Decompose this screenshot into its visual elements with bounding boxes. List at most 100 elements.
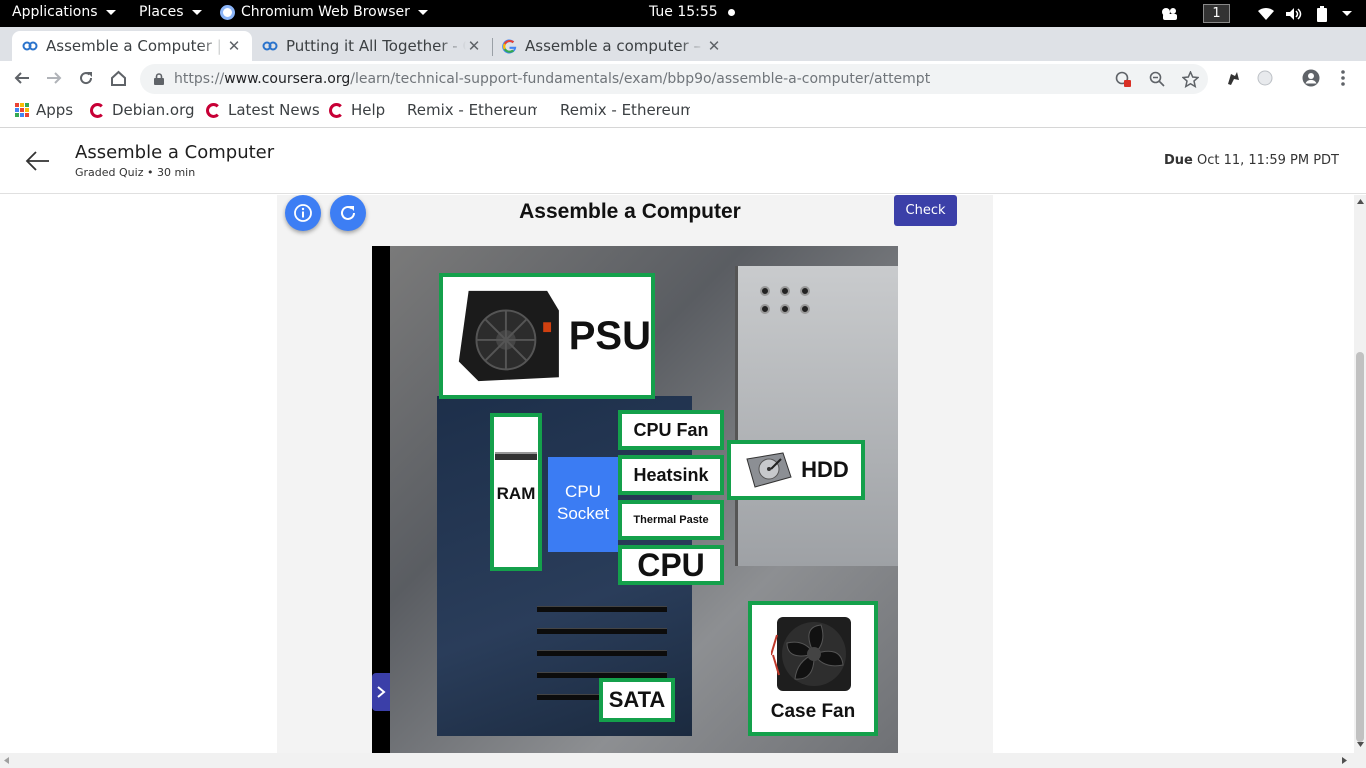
- bookmark-remix-2[interactable]: Remix - Ethereum: [553, 101, 690, 119]
- forward-button[interactable]: [43, 67, 65, 89]
- lock-icon[interactable]: [150, 70, 168, 88]
- close-icon[interactable]: ✕: [706, 37, 722, 55]
- psu-image-icon: [458, 290, 559, 382]
- scroll-down-icon[interactable]: [1357, 742, 1364, 747]
- bookmark-help[interactable]: Help: [329, 101, 385, 119]
- drive-cage: [735, 266, 898, 566]
- clock-label: Tue 15:55: [649, 4, 718, 20]
- back-arrow-icon[interactable]: [24, 147, 52, 175]
- quiz-title: Assemble a Computer: [519, 200, 741, 223]
- coursera-icon: [22, 41, 38, 51]
- vertical-scrollbar[interactable]: [1354, 195, 1366, 753]
- refresh-icon: [341, 205, 355, 220]
- volume-icon[interactable]: [1284, 4, 1304, 23]
- arrow-right-icon: [47, 72, 62, 84]
- blocked-cookie-icon[interactable]: [1114, 70, 1132, 88]
- reload-button[interactable]: [75, 67, 97, 89]
- computer-case-image: PSU RAM CPU Socket CPU Fan Heatsink Ther…: [372, 246, 898, 753]
- applications-menu[interactable]: Applications: [12, 4, 116, 20]
- extension-circle-icon[interactable]: [1254, 67, 1276, 89]
- workspace-indicator[interactable]: 1: [1203, 4, 1230, 23]
- clock[interactable]: Tue 15:55: [649, 4, 735, 20]
- psu-tile[interactable]: PSU: [439, 273, 655, 399]
- cpu-socket[interactable]: CPU Socket: [548, 457, 618, 552]
- bookmark-star-icon[interactable]: [1181, 70, 1199, 88]
- notification-dot-icon: [727, 8, 735, 16]
- sata-tile[interactable]: SATA: [599, 678, 675, 722]
- debian-icon: [329, 102, 344, 118]
- psu-label: PSU: [568, 313, 651, 358]
- tab-putting-it-all-together[interactable]: Putting it All Together - G ✕: [252, 31, 492, 61]
- power-menu[interactable]: [1336, 4, 1356, 23]
- ghost-icon[interactable]: [1160, 4, 1180, 23]
- ram-tile[interactable]: RAM: [490, 413, 542, 571]
- url-text: https://www.coursera.org/learn/technical…: [174, 71, 930, 87]
- case-fan-icon: [771, 616, 851, 691]
- scroll-right-icon[interactable]: [1342, 757, 1347, 764]
- gnome-extension-icon[interactable]: [1222, 67, 1244, 89]
- bookmark-debian[interactable]: Debian.org: [90, 101, 195, 119]
- zoom-icon[interactable]: [1148, 70, 1166, 88]
- bookmark-remix-1[interactable]: Remix - Ethereum: [400, 101, 537, 119]
- bookmark-label: Apps: [36, 101, 74, 119]
- chevron-down-icon: [105, 9, 116, 15]
- battery-icon[interactable]: [1312, 4, 1332, 23]
- due-label: Due: [1163, 153, 1193, 168]
- wifi-icon[interactable]: [1256, 4, 1276, 23]
- scroll-up-icon[interactable]: [1357, 199, 1364, 204]
- info-icon: [294, 204, 312, 222]
- profile-icon[interactable]: [1300, 67, 1322, 89]
- system-top-bar: Applications Places Chromium Web Browser…: [0, 0, 1366, 27]
- active-app-menu[interactable]: Chromium Web Browser: [220, 4, 428, 20]
- tab-google-search[interactable]: Assemble a computer – G ✕: [492, 31, 732, 61]
- horizontal-scrollbar[interactable]: [0, 753, 1366, 768]
- bookmarks-bar: Apps Debian.org Latest News Help Remix -…: [0, 96, 1366, 128]
- arrow-left-icon: [14, 72, 29, 84]
- info-button[interactable]: [285, 195, 321, 231]
- side-panel-toggle[interactable]: [372, 673, 390, 711]
- quiz-header: Assemble a Computer Graded Quiz • 30 min…: [0, 129, 1366, 194]
- quiz-stage: Assemble a Computer Check PSU RAM CPU So…: [277, 195, 993, 753]
- bookmark-label: Remix - Ethereum: [407, 101, 537, 119]
- case-fan-label: Case Fan: [770, 700, 856, 722]
- bookmark-apps[interactable]: Apps: [15, 101, 73, 119]
- close-icon[interactable]: ✕: [466, 37, 482, 55]
- cpu-socket-label-line2: Socket: [557, 504, 609, 523]
- reset-button[interactable]: [330, 195, 366, 231]
- chevron-down-icon: [1342, 11, 1352, 16]
- back-button[interactable]: [11, 67, 33, 89]
- home-button[interactable]: [107, 67, 129, 89]
- cpu-fan-tile[interactable]: CPU Fan: [618, 410, 724, 450]
- chromium-icon: [220, 4, 235, 20]
- applications-label: Applications: [12, 4, 98, 20]
- hdd-label: HDD: [801, 457, 849, 482]
- bookmark-latest-news[interactable]: Latest News: [206, 101, 320, 119]
- bookmark-label: Help: [351, 101, 386, 119]
- thermal-paste-tile[interactable]: Thermal Paste: [618, 500, 724, 540]
- check-button[interactable]: Check: [894, 195, 957, 226]
- home-icon: [110, 70, 126, 86]
- places-menu[interactable]: Places: [139, 4, 202, 20]
- url-path: /learn/technical-support-fundamentals/ex…: [350, 71, 931, 87]
- active-app-label: Chromium Web Browser: [241, 4, 410, 20]
- due-value: Oct 11, 11:59 PM PDT: [1197, 153, 1339, 168]
- hdd-tile[interactable]: HDD: [727, 440, 865, 500]
- tab-title: Assemble a Computer | Co: [46, 37, 226, 55]
- close-icon[interactable]: ✕: [226, 37, 242, 55]
- ram-stick-icon: [495, 452, 537, 460]
- scroll-left-icon[interactable]: [4, 757, 9, 764]
- tab-assemble-computer[interactable]: Assemble a Computer | Co ✕: [12, 31, 252, 61]
- vertical-scroll-thumb[interactable]: [1356, 352, 1364, 742]
- debian-icon: [206, 102, 221, 118]
- url-prefix: https://: [174, 71, 225, 87]
- browser-toolbar: https://www.coursera.org/learn/technical…: [0, 61, 1366, 96]
- coursera-icon: [262, 41, 278, 51]
- cpu-tile[interactable]: CPU: [618, 545, 724, 585]
- tab-title: Assemble a computer – G: [525, 37, 706, 55]
- address-bar[interactable]: https://www.coursera.org/learn/technical…: [140, 64, 1208, 94]
- main-content: Assemble a Computer Check PSU RAM CPU So…: [0, 195, 1354, 753]
- chevron-down-icon: [191, 9, 202, 15]
- case-fan-tile[interactable]: Case Fan: [748, 601, 878, 736]
- heatsink-tile[interactable]: Heatsink: [618, 455, 724, 495]
- menu-kebab-icon[interactable]: [1332, 67, 1354, 89]
